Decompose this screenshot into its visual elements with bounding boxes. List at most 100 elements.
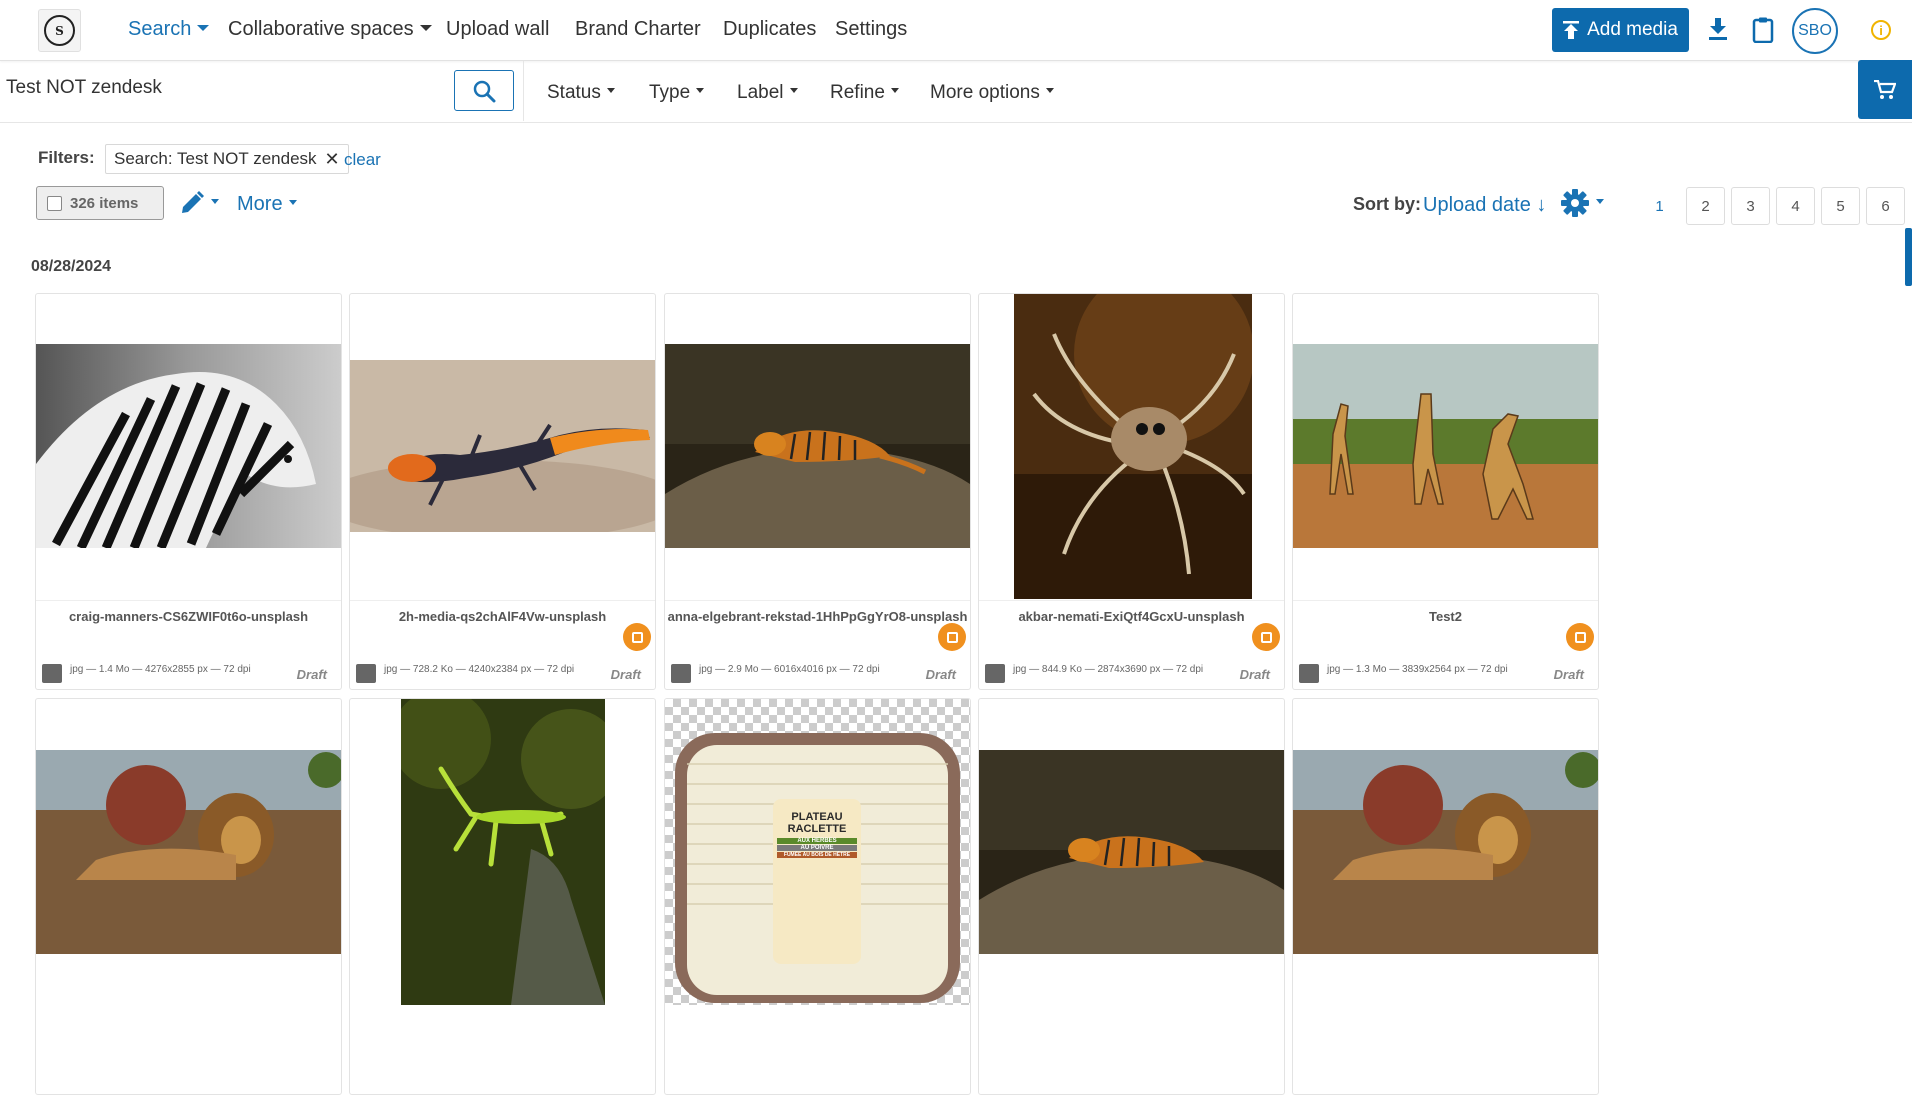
scrollbar[interactable] xyxy=(1905,228,1912,286)
asset-filename[interactable]: Test2 xyxy=(1293,600,1598,624)
label-dropdown[interactable]: Label xyxy=(737,82,798,104)
page-2[interactable]: 2 xyxy=(1686,187,1725,225)
asset-status: Draft xyxy=(1239,667,1270,682)
asset-card[interactable]: PLATEAU RACLETTE AUX HERBES AU POIVRE FU… xyxy=(664,698,971,1095)
more-actions-button[interactable]: More xyxy=(237,193,297,216)
select-all-items[interactable]: 326 items xyxy=(36,186,164,220)
asset-card[interactable] xyxy=(1292,698,1599,1095)
asset-thumbnail[interactable]: PLATEAU RACLETTE AUX HERBES AU POIVRE FU… xyxy=(665,699,970,1005)
image-type-icon xyxy=(1299,664,1319,683)
asset-card[interactable] xyxy=(35,698,342,1095)
asset-filename[interactable]: craig-manners-CS6ZWIF0t6o-unsplash xyxy=(36,600,341,624)
asset-card[interactable]: Test2 jpg — 1.3 Mo — 3839x2564 px — 72 d… xyxy=(1292,293,1599,690)
asset-thumbnail[interactable] xyxy=(979,699,1284,1005)
lion-photo xyxy=(36,750,341,954)
asset-thumbnail[interactable] xyxy=(36,699,341,1005)
tiger-photo xyxy=(665,344,970,548)
download-icon xyxy=(1709,18,1727,40)
package-title-line1: PLATEAU xyxy=(791,811,843,823)
group-date-header: 08/28/2024 xyxy=(31,258,112,275)
download-button[interactable] xyxy=(1708,18,1728,40)
variants-badge-icon[interactable] xyxy=(1566,623,1594,651)
add-media-button[interactable]: Add media xyxy=(1552,8,1689,52)
asset-thumbnail[interactable] xyxy=(665,294,970,600)
package-band-smoked: FUMÉE AU BOIS DE HÊTRE xyxy=(777,852,857,858)
nav-collaborative-spaces[interactable]: Collaborative spaces xyxy=(228,18,432,41)
nav-settings[interactable]: Settings xyxy=(835,18,907,41)
filters-label: Filters: xyxy=(38,148,95,167)
nav-duplicates[interactable]: Duplicates xyxy=(723,18,816,41)
page-3[interactable]: 3 xyxy=(1731,187,1770,225)
page-6[interactable]: 6 xyxy=(1866,187,1905,225)
asset-card[interactable] xyxy=(349,698,656,1095)
gear-icon xyxy=(1561,189,1589,217)
asset-thumbnail[interactable] xyxy=(1293,699,1598,1005)
nav-brand-charter[interactable]: Brand Charter xyxy=(575,18,701,41)
user-avatar[interactable]: SBO xyxy=(1792,8,1838,54)
nav-upload-wall[interactable]: Upload wall xyxy=(446,18,549,41)
spider-photo xyxy=(1014,294,1252,599)
chevron-down-icon xyxy=(211,198,219,204)
display-settings-button[interactable] xyxy=(1560,188,1604,218)
cart-button[interactable] xyxy=(1858,60,1912,119)
page-5[interactable]: 5 xyxy=(1821,187,1860,225)
asset-card[interactable]: 2h-media-qs2chAlF4Vw-unsplash jpg — 728.… xyxy=(349,293,656,690)
select-all-checkbox[interactable] xyxy=(47,195,62,211)
asset-thumbnail[interactable] xyxy=(36,294,341,600)
search-icon xyxy=(473,80,496,102)
asset-thumbnail[interactable] xyxy=(350,294,655,600)
variants-badge-icon[interactable] xyxy=(1252,623,1280,651)
status-dropdown[interactable]: Status xyxy=(547,82,615,104)
asset-thumbnail[interactable] xyxy=(1293,294,1598,600)
asset-card[interactable]: akbar-nemati-ExiQtf4GcxU-unsplash jpg — … xyxy=(978,293,1285,690)
sort-select[interactable]: Upload date ↓ xyxy=(1423,194,1546,217)
asset-meta: jpg — 1.4 Mo — 4276x2855 px — 72 dpi xyxy=(70,664,251,675)
variants-badge-icon[interactable] xyxy=(623,623,651,651)
items-count: 326 items xyxy=(70,194,139,212)
upload-icon xyxy=(1563,21,1580,39)
chevron-down-icon xyxy=(1596,198,1604,204)
page-1[interactable]: 1 xyxy=(1640,187,1679,225)
search-input[interactable]: Test NOT zendesk xyxy=(6,77,162,99)
package-band-herbs: AUX HERBES xyxy=(777,838,857,844)
info-icon[interactable]: i xyxy=(1871,20,1891,40)
chevron-down-icon xyxy=(890,88,899,94)
type-dropdown[interactable]: Type xyxy=(649,82,705,104)
nav-search-label: Search xyxy=(128,18,192,40)
status-dropdown-label: Status xyxy=(547,82,601,103)
filter-chip-label: Search: Test NOT zendesk xyxy=(114,149,317,168)
pencil-icon xyxy=(182,191,204,213)
clear-filters-link[interactable]: clear xyxy=(344,150,381,170)
image-type-icon xyxy=(671,664,691,683)
variants-badge-icon[interactable] xyxy=(938,623,966,651)
basket-list-button[interactable] xyxy=(1752,17,1774,43)
image-type-icon xyxy=(356,664,376,683)
asset-filename[interactable]: anna-elgebrant-rekstad-1HhPpGgYrO8-unspl… xyxy=(665,600,970,624)
cart-icon xyxy=(1874,79,1896,99)
nav-search[interactable]: Search xyxy=(128,18,210,41)
asset-card[interactable]: anna-elgebrant-rekstad-1HhPpGgYrO8-unspl… xyxy=(664,293,971,690)
company-logo[interactable]: S xyxy=(38,9,81,52)
asset-filename[interactable]: 2h-media-qs2chAlF4Vw-unsplash xyxy=(350,600,655,624)
asset-card[interactable] xyxy=(978,698,1285,1095)
cheese-package-photo: PLATEAU RACLETTE AUX HERBES AU POIVRE FU… xyxy=(665,699,970,1005)
zebra-photo xyxy=(36,344,341,548)
image-type-icon xyxy=(42,664,62,683)
asset-filename[interactable]: akbar-nemati-ExiQtf4GcxU-unsplash xyxy=(979,600,1284,624)
asset-card[interactable]: craig-manners-CS6ZWIF0t6o-unsplash jpg —… xyxy=(35,293,342,690)
add-media-label: Add media xyxy=(1587,19,1678,40)
asset-meta: jpg — 1.3 Mo — 3839x2564 px — 72 dpi xyxy=(1327,664,1508,675)
lion-photo xyxy=(1293,750,1598,954)
type-dropdown-label: Type xyxy=(649,82,691,103)
page-4[interactable]: 4 xyxy=(1776,187,1815,225)
giraffes-photo xyxy=(1293,344,1598,548)
search-button[interactable] xyxy=(454,70,514,111)
asset-thumbnail[interactable] xyxy=(979,294,1284,600)
more-options-dropdown[interactable]: More options xyxy=(930,82,1054,104)
asset-status: Draft xyxy=(610,667,641,682)
asset-status: Draft xyxy=(1553,667,1584,682)
bulk-edit-button[interactable] xyxy=(179,190,219,216)
asset-thumbnail[interactable] xyxy=(350,699,655,1005)
refine-dropdown[interactable]: Refine xyxy=(830,82,899,104)
remove-filter-icon[interactable]: ✕ xyxy=(325,149,340,170)
